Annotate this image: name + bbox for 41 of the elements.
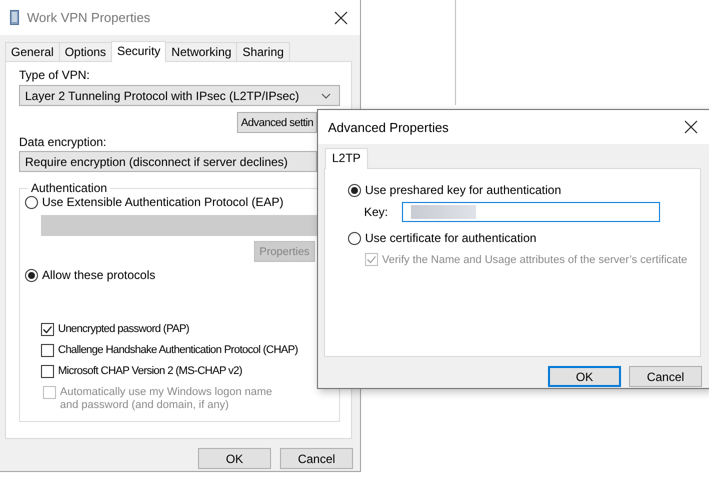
field-label: Key: [364,205,388,219]
vpn-type-dropdown[interactable]: Layer 2 Tunneling Protocol with IPsec (L2TP/IPsec) [19,85,340,106]
checkbox[interactable] [41,323,54,336]
dialog-button[interactable]: Cancel [280,448,353,469]
radio-label: Allow these protocols [42,268,156,282]
checkbox-label: Verify the Name and Usage attributes of the server’s certificate [382,254,688,266]
redaction-blur [411,205,476,219]
radio-label: Use preshared key for authentication [365,183,562,197]
checkbox-label: Microsoft CHAP Version 2 (MS-CHAP v2) [58,365,244,378]
tab[interactable]: Security [111,41,166,62]
checkbox-label: Automatically use my Windows logon name and password (and domain, if any) [60,386,274,412]
field-label: Data encryption: [19,135,108,149]
radio-button[interactable] [348,232,361,244]
tab[interactable]: Options [58,42,112,61]
window-title: Work VPN Properties [27,10,152,25]
radio-button[interactable] [348,184,361,196]
chevron-down-icon [321,92,331,98]
tab[interactable]: General [5,42,60,61]
dialog-button[interactable]: OK [198,448,271,469]
server-icon [10,10,19,25]
data-encryption-dropdown[interactable]: Require encryption (disconnect if server declines) [19,151,317,172]
field-label: Type of VPN: [19,68,91,82]
checkbox[interactable] [41,365,54,378]
close-icon[interactable] [334,10,348,24]
dialog-title: Advanced Properties [328,120,450,134]
checkbox-label: Unencrypted password (PAP) [58,323,190,336]
tab[interactable]: Networking [165,42,238,61]
tab[interactable]: Sharing [236,42,290,61]
checkbox-label: Challenge Handshake Authentication Protocol (CHAP) [58,344,299,357]
key-field[interactable] [402,202,660,222]
dialog-button[interactable]: OK [548,366,621,387]
checkbox[interactable] [41,344,54,357]
radio-button[interactable] [25,196,38,208]
group-label: Authentication [30,181,108,195]
advanced-settings-button[interactable]: Advanced settin [237,112,317,133]
tab[interactable]: L2TP [325,148,368,169]
radio-button[interactable] [25,268,38,282]
close-icon[interactable] [684,120,698,134]
radio-label: Use certificate for authentication [365,231,536,245]
radio-label: Use Extensible Authentication Protocol (EAP) [42,195,284,209]
dialog-button[interactable]: Cancel [629,366,702,387]
